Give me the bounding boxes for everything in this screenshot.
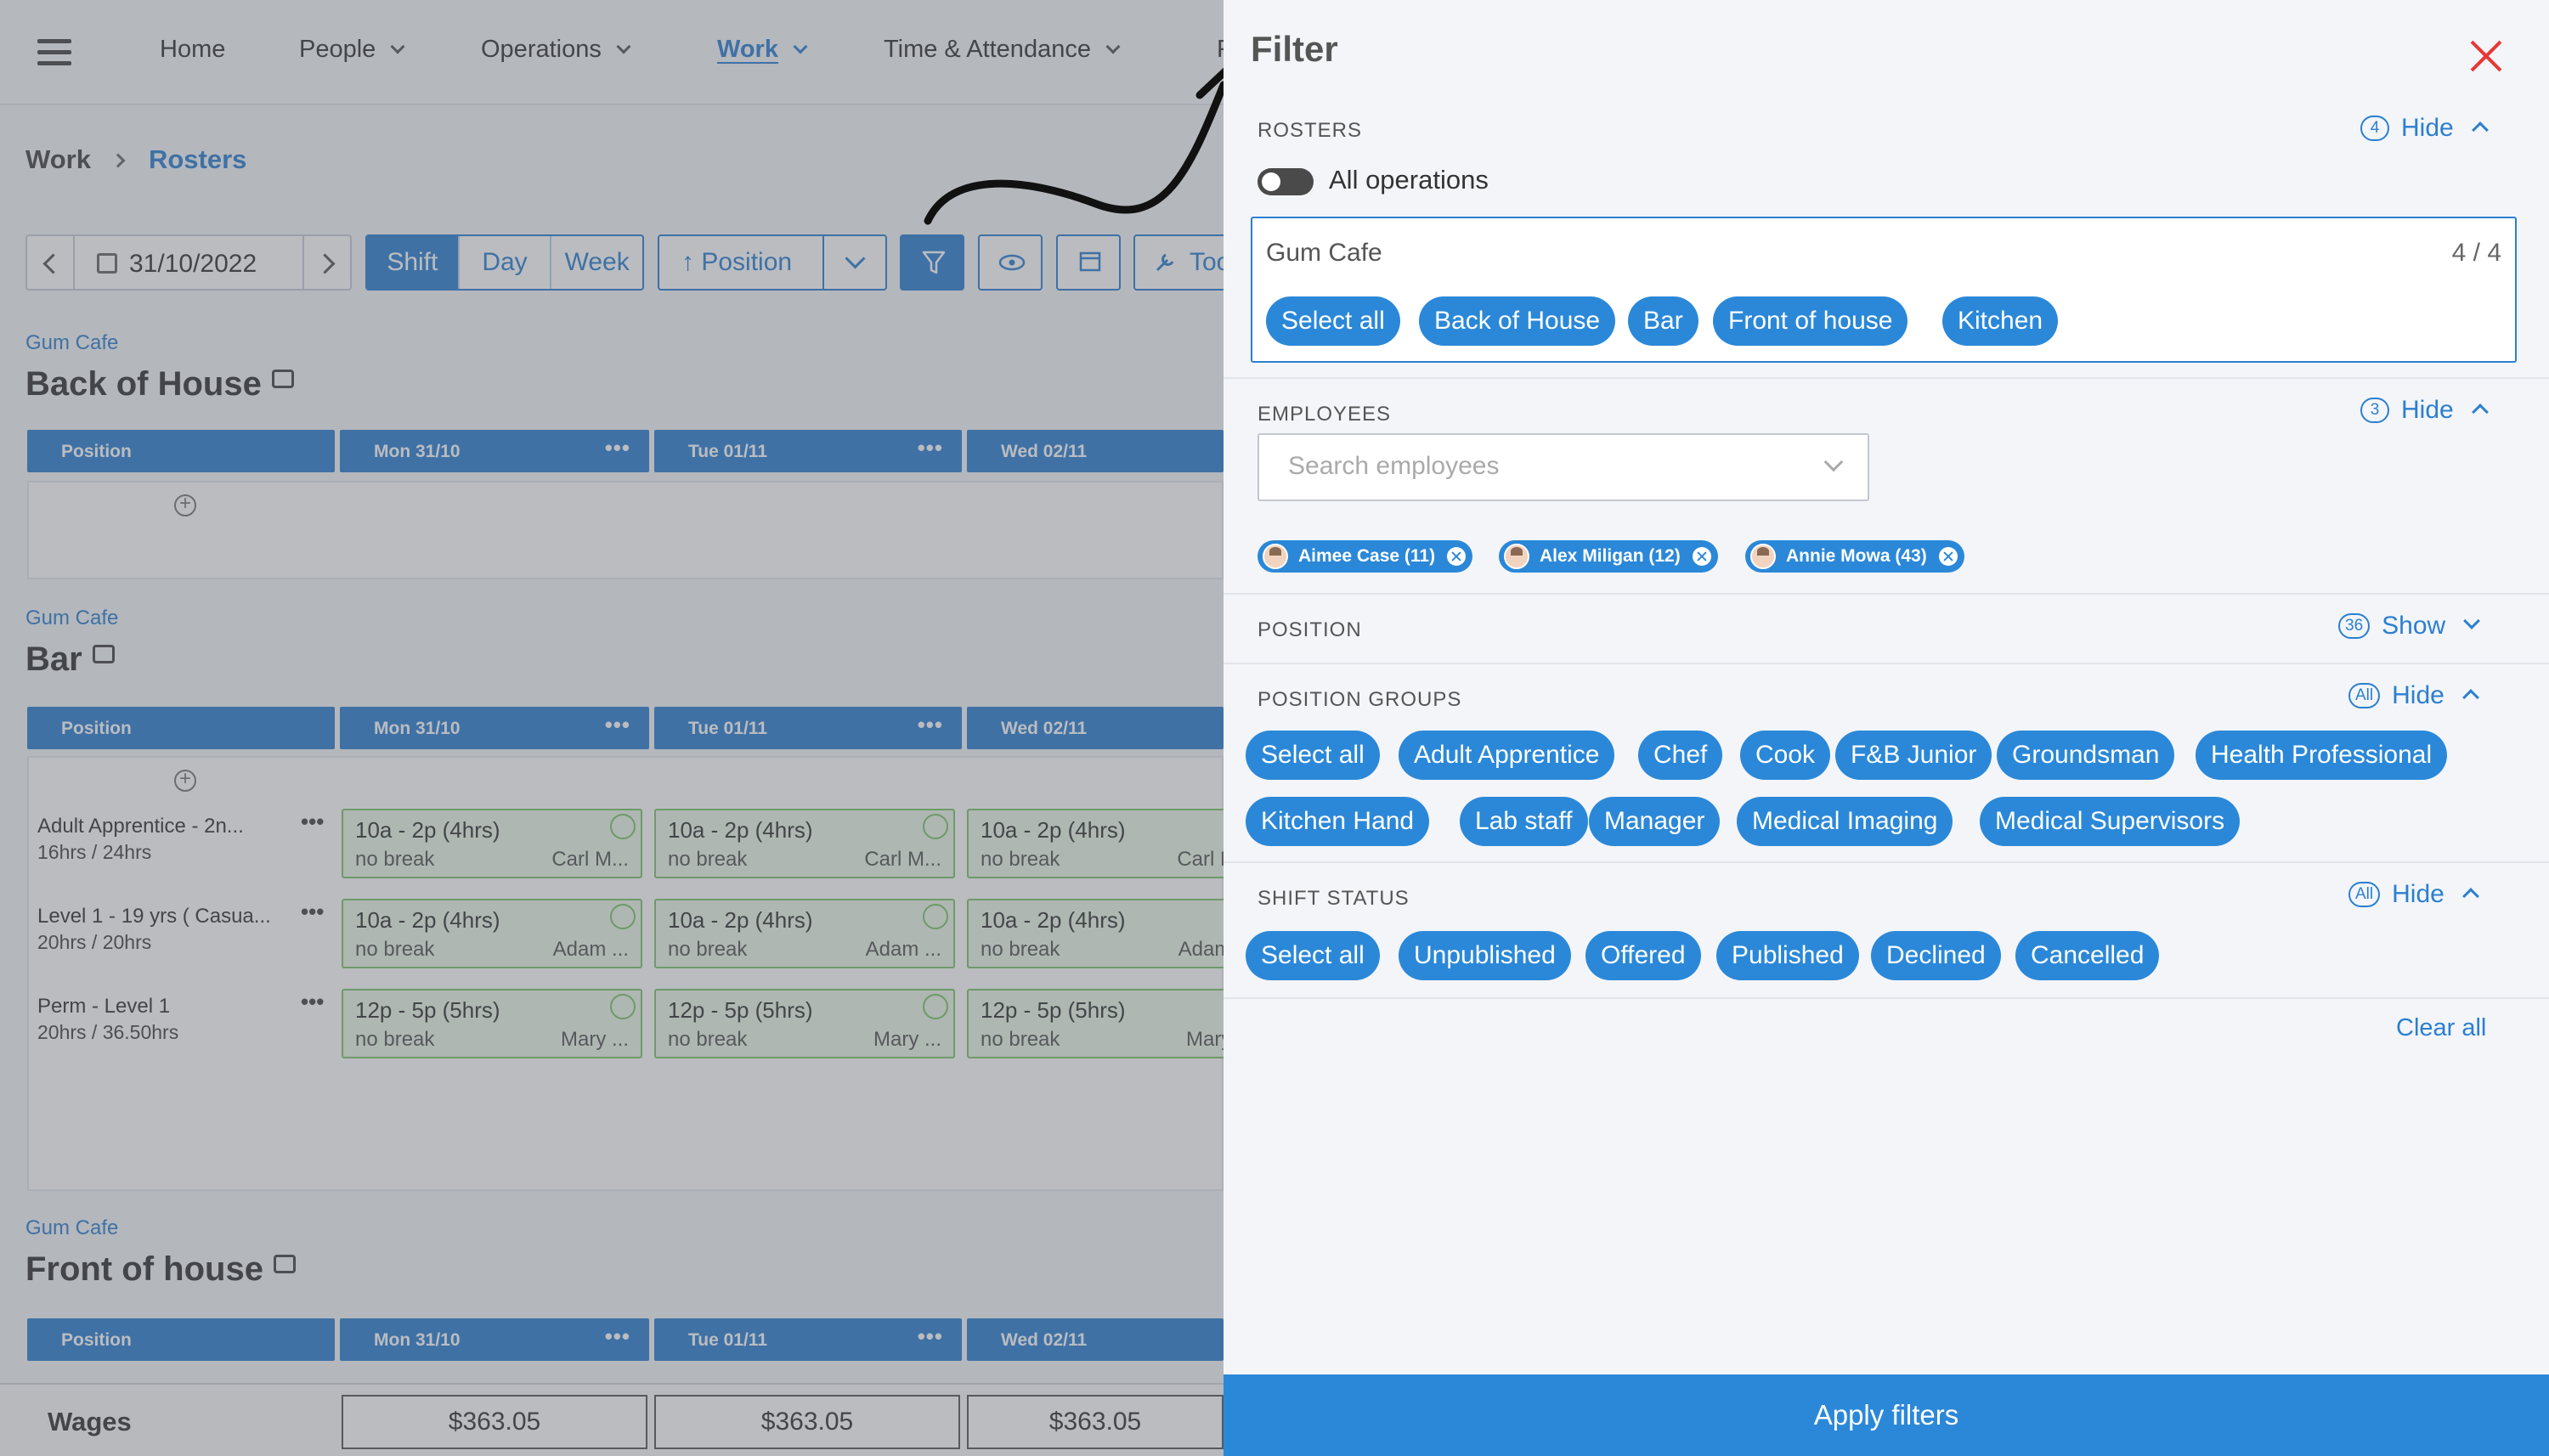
rosters-count: 4: [2360, 116, 2389, 141]
employees-label: EMPLOYEES: [1258, 403, 1392, 426]
roster-selected-count: 4 / 4: [2451, 239, 2501, 267]
close-icon[interactable]: [2469, 39, 2503, 73]
position-group-chip[interactable]: Adult Apprentice: [1399, 731, 1615, 780]
position-group-chip[interactable]: Manager: [1589, 797, 1721, 846]
roster-chip-select-all[interactable]: Select all: [1266, 296, 1400, 346]
rosters-label: ROSTERS: [1258, 119, 1363, 142]
avatar: [1263, 544, 1288, 569]
all-operations-label: All operations: [1329, 165, 1489, 195]
position-label: POSITION: [1258, 618, 1362, 641]
avatar: [1504, 544, 1529, 569]
position-group-chip[interactable]: Medical Imaging: [1737, 797, 1953, 846]
chevron-up-icon: [2461, 689, 2479, 706]
divider: [1224, 377, 2549, 379]
roster-chip[interactable]: Front of house: [1713, 296, 1908, 346]
position-group-chip[interactable]: Groundsman: [1997, 731, 2175, 780]
chevron-down-icon[interactable]: [1823, 452, 1844, 472]
roster-select-box[interactable]: Gum Cafe 4 / 4 Select all Back of House …: [1251, 217, 2517, 363]
position-groups-label: POSITION GROUPS: [1258, 688, 1462, 711]
employee-chip[interactable]: Alex Miligan (12): [1499, 540, 1718, 573]
avatar: [1750, 544, 1776, 569]
chevron-up-icon: [2471, 404, 2489, 420]
remove-icon[interactable]: [1938, 547, 1958, 566]
annotation-arrow: [924, 65, 1241, 225]
shift-status-chip[interactable]: Cancelled: [2015, 931, 2160, 980]
divider: [1224, 861, 2549, 863]
shift-status-chip[interactable]: Unpublished: [1399, 931, 1571, 980]
employee-search: [1258, 433, 1869, 501]
chevron-up-icon: [2471, 121, 2489, 138]
shift-status-count: All: [2348, 882, 2381, 907]
divider: [1224, 997, 2549, 999]
apply-filters-button[interactable]: Apply filters: [1224, 1374, 2549, 1456]
position-group-chip[interactable]: Medical Supervisors: [1980, 797, 2241, 846]
employee-chip[interactable]: Aimee Case (11): [1258, 540, 1473, 573]
shift-status-chip[interactable]: Offered: [1585, 931, 1701, 980]
position-group-chip-select-all[interactable]: Select all: [1246, 731, 1380, 780]
position-groups-toggle[interactable]: All Hide: [2348, 681, 2479, 712]
remove-icon[interactable]: [1692, 547, 1711, 566]
clear-all-link[interactable]: Clear all: [2396, 1014, 2486, 1042]
position-count: 36: [2338, 613, 2371, 639]
position-group-chip[interactable]: F&B Junior: [1835, 731, 1992, 780]
position-group-chip[interactable]: Kitchen Hand: [1246, 797, 1430, 846]
divider: [1224, 593, 2549, 595]
filter-panel: Filter ROSTERS 4 Hide All operations Gum …: [1224, 0, 2549, 1456]
employee-chip[interactable]: Annie Mowa (43): [1745, 540, 1964, 573]
employees-toggle[interactable]: 3 Hide: [2360, 396, 2489, 426]
roster-chip[interactable]: Bar: [1628, 296, 1698, 346]
divider: [1224, 663, 2549, 664]
roster-chip[interactable]: Kitchen: [1942, 296, 2059, 346]
position-group-chip[interactable]: Lab staff: [1460, 797, 1588, 846]
position-toggle[interactable]: 36 Show: [2338, 612, 2481, 642]
shift-status-toggle[interactable]: All Hide: [2348, 880, 2479, 911]
position-group-chip[interactable]: Cook: [1740, 731, 1831, 780]
position-group-chip[interactable]: Health Professional: [2196, 731, 2448, 780]
roster-location: Gum Cafe: [1266, 239, 1382, 267]
rosters-toggle[interactable]: 4 Hide: [2360, 114, 2489, 144]
filter-title: Filter: [1251, 29, 1338, 69]
roster-chip[interactable]: Back of House: [1419, 296, 1616, 346]
all-operations-toggle[interactable]: [1258, 168, 1314, 195]
shift-status-label: SHIFT STATUS: [1258, 887, 1410, 910]
shift-status-chip[interactable]: Declined: [1871, 931, 2001, 980]
employees-count: 3: [2360, 398, 2389, 423]
remove-icon[interactable]: [1447, 547, 1467, 566]
chevron-up-icon: [2461, 888, 2479, 905]
position-group-chip[interactable]: Chef: [1638, 731, 1723, 780]
shift-status-chip-select-all[interactable]: Select all: [1246, 931, 1380, 980]
employee-search-input[interactable]: [1288, 452, 1798, 481]
chevron-down-icon: [2463, 612, 2481, 629]
shift-status-chip[interactable]: Published: [1716, 931, 1859, 980]
position-groups-count: All: [2348, 683, 2381, 708]
